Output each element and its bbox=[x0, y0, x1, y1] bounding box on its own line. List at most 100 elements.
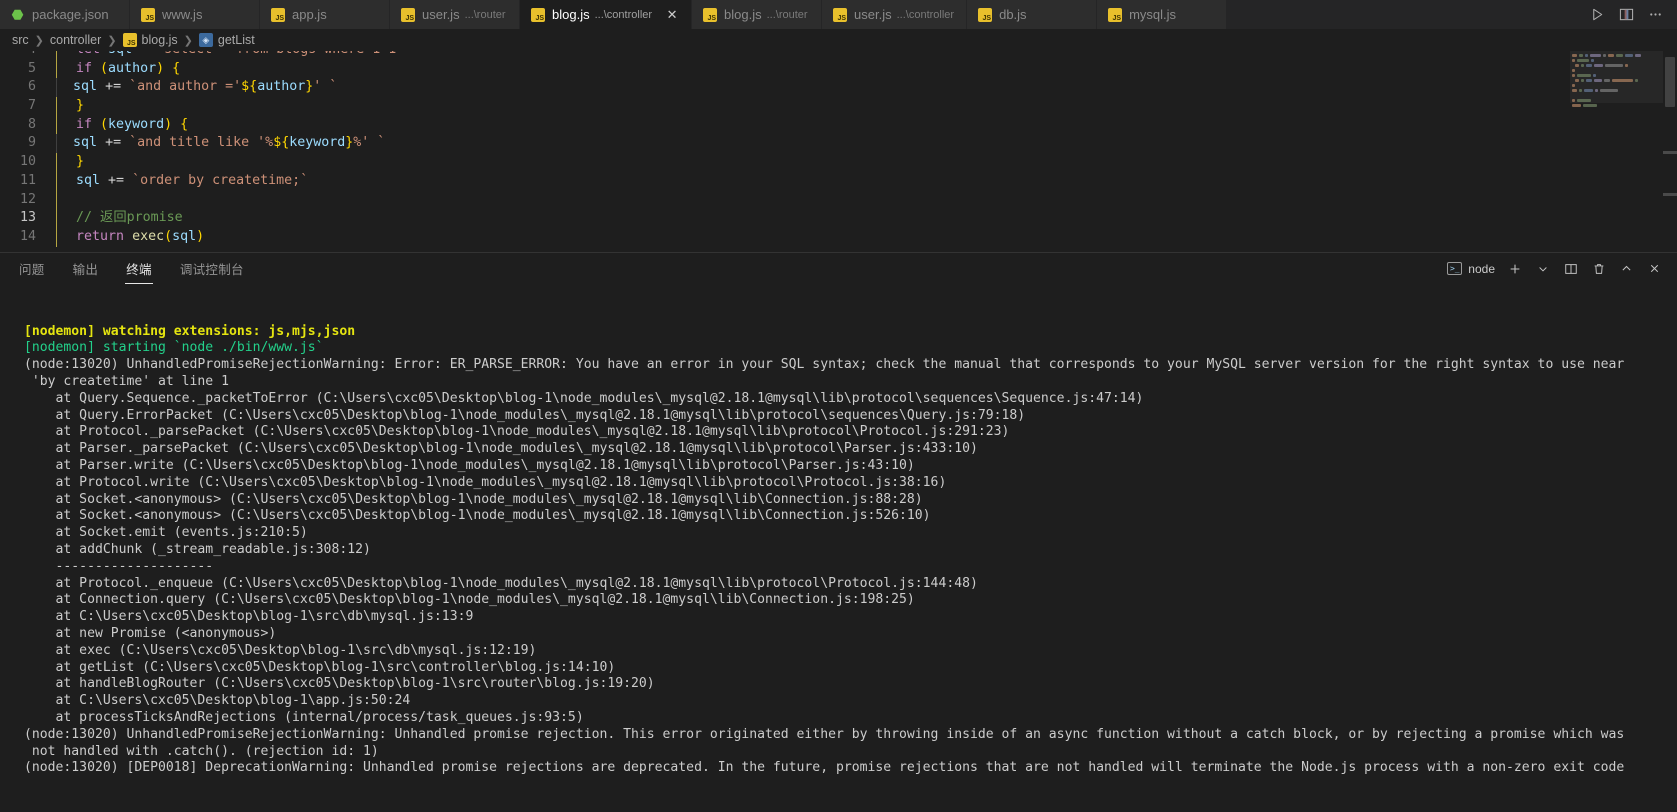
minimap-token bbox=[1625, 54, 1633, 57]
code-line[interactable]: 4 let sql = `select * from blogs where 1… bbox=[0, 51, 1677, 60]
line-number: 14 bbox=[19, 228, 36, 244]
line-number: 8 bbox=[27, 116, 36, 132]
code-line[interactable]: 5 if (author) { bbox=[0, 59, 1677, 79]
terminal-line: (node:13020) UnhandledPromiseRejectionWa… bbox=[24, 357, 1625, 373]
code-editor[interactable]: 4 let sql = `select * from blogs where 1… bbox=[0, 51, 1677, 252]
minimap-token bbox=[1585, 54, 1588, 57]
tab-description: ...\controller bbox=[896, 8, 955, 21]
terminal-line: at getList (C:\Users\cxc05\Desktop\blog-… bbox=[24, 659, 616, 675]
tab-label: blog.js bbox=[552, 7, 590, 22]
terminal-line: at C:\Users\cxc05\Desktop\blog-1\app.js:… bbox=[24, 693, 411, 709]
code-line[interactable]: 9 sql += `and title like '%${keyword}%' … bbox=[0, 134, 1677, 154]
minimap-token bbox=[1574, 64, 1580, 67]
terminal-line: at handleBlogRouter (C:\Users\cxc05\Desk… bbox=[24, 676, 655, 692]
new-terminal-button[interactable] bbox=[1506, 260, 1523, 277]
panel-tab-problems[interactable]: 问题 bbox=[18, 255, 46, 283]
terminal-name-label: node bbox=[1468, 261, 1495, 276]
split-terminal-button[interactable] bbox=[1562, 260, 1579, 277]
code-line[interactable]: 12 bbox=[0, 190, 1677, 210]
breadcrumb-item-symbol[interactable]: getList bbox=[218, 33, 255, 47]
tab-label: package.json bbox=[32, 7, 109, 22]
minimap-token bbox=[1615, 54, 1623, 57]
code-text: sql += `order by createtime;` bbox=[76, 172, 309, 188]
editor-minimap[interactable] bbox=[1570, 51, 1663, 252]
minimap-token bbox=[1572, 104, 1581, 107]
panel-tab-debug-console[interactable]: 调试控制台 bbox=[179, 255, 245, 283]
minimap-token bbox=[1572, 89, 1577, 92]
editor-tab[interactable]: JS user.js ...\controller bbox=[822, 0, 968, 29]
minimap-token bbox=[1572, 59, 1575, 62]
code-line[interactable]: 10 } bbox=[0, 153, 1677, 172]
code-text: // 返回promise bbox=[76, 210, 183, 226]
js-icon: JS bbox=[271, 7, 285, 22]
minimap-token bbox=[1581, 64, 1585, 67]
minimap-token bbox=[1594, 64, 1604, 67]
code-line[interactable]: 14 return exec(sql) bbox=[0, 227, 1677, 247]
minimap-token bbox=[1611, 79, 1633, 82]
code-line[interactable]: 7 } bbox=[0, 97, 1677, 116]
tab-label: mysql.js bbox=[1129, 7, 1177, 22]
editor-tab[interactable]: ⬣ package.json bbox=[0, 0, 130, 29]
breadcrumb-item-file[interactable]: blog.js bbox=[142, 33, 178, 47]
js-icon: JS bbox=[531, 7, 545, 22]
scrollbar-thumb[interactable] bbox=[1665, 57, 1675, 107]
tab-label: user.js bbox=[854, 7, 892, 22]
terminal-line: at Query.ErrorPacket (C:\Users\cxc05\Des… bbox=[24, 407, 1026, 423]
terminal-output[interactable]: [nodemon] watching extensions: js,mjs,js… bbox=[0, 284, 1677, 812]
editor-tab[interactable]: JS db.js bbox=[967, 0, 1098, 29]
terminal-line: at addChunk (_stream_readable.js:308:12) bbox=[24, 541, 371, 557]
terminal-scrollbar[interactable] bbox=[1663, 284, 1677, 812]
kill-terminal-button[interactable] bbox=[1590, 260, 1607, 277]
code-lines[interactable]: 4 let sql = `select * from blogs where 1… bbox=[0, 51, 1677, 252]
editor-tab-bar: ⬣ package.json JS www.js JS app.js JS user.js..… bbox=[0, 0, 1677, 29]
minimap-token bbox=[1572, 74, 1575, 77]
breadcrumb-item-controller[interactable]: controller bbox=[50, 33, 101, 47]
breadcrumb-item-src[interactable]: src bbox=[12, 33, 29, 47]
minimap-token bbox=[1578, 89, 1582, 92]
terminal-line: at C:\Users\cxc05\Desktop\blog-1\src\db\… bbox=[24, 609, 474, 625]
tab-label: user.js bbox=[422, 7, 460, 22]
minimap-token bbox=[1634, 79, 1638, 82]
minimap-line bbox=[1570, 69, 1663, 72]
close-panel-button[interactable] bbox=[1646, 260, 1663, 277]
minimap-token bbox=[1592, 74, 1596, 77]
tab-description: ...\controller bbox=[594, 8, 653, 21]
split-editor-button[interactable] bbox=[1619, 7, 1634, 22]
editor-tab[interactable]: JS blog.js ...\router bbox=[692, 0, 823, 29]
terminal-line: at exec (C:\Users\cxc05\Desktop\blog-1\s… bbox=[24, 642, 537, 658]
editor-actions-toolbar bbox=[1580, 0, 1677, 29]
minimap-token bbox=[1577, 99, 1591, 102]
terminal-line: at Connection.query (C:\Users\cxc05\Desk… bbox=[24, 592, 915, 608]
tab-label: blog.js bbox=[724, 7, 762, 22]
code-text: } bbox=[76, 154, 85, 170]
terminal-line: at processTicksAndRejections (internal/p… bbox=[24, 709, 584, 725]
maximize-panel-button[interactable] bbox=[1618, 260, 1635, 277]
code-line[interactable]: 8 if (keyword) { bbox=[0, 115, 1677, 135]
editor-tab[interactable]: JS mysql.js bbox=[1097, 0, 1228, 29]
more-actions-button[interactable] bbox=[1648, 7, 1663, 22]
code-line[interactable]: 11 sql += `order by createtime;` bbox=[0, 171, 1677, 191]
editor-tab[interactable]: JS user.js ...\router bbox=[390, 0, 520, 29]
minimap-token bbox=[1602, 54, 1606, 57]
code-text: let sql = `select * from blogs where 1=1… bbox=[57, 51, 404, 60]
panel-tab-output[interactable]: 输出 bbox=[72, 255, 100, 283]
code-line-active[interactable]: 13 // 返回promise bbox=[0, 209, 1677, 228]
editor-tab[interactable]: JS blog.js ...\controller ✕ bbox=[520, 0, 693, 29]
js-icon: JS bbox=[401, 7, 415, 22]
breadcrumb: src ❯ controller ❯ JS blog.js ❯ ◈ getLis… bbox=[0, 29, 1677, 51]
editor-tab[interactable]: JS app.js bbox=[260, 0, 390, 29]
run-file-button[interactable] bbox=[1590, 7, 1605, 22]
editor-vertical-scrollbar[interactable] bbox=[1663, 51, 1677, 252]
line-number: 4 bbox=[0, 51, 56, 60]
terminal-line: [nodemon] starting `node ./bin/www.js` bbox=[24, 340, 324, 356]
panel-tab-terminal[interactable]: 终端 bbox=[125, 255, 153, 284]
code-text: if (author) { bbox=[76, 60, 181, 76]
terminal-selector[interactable]: >_ node bbox=[1447, 262, 1495, 276]
terminal-dropdown-button[interactable] bbox=[1534, 260, 1551, 277]
minimap-token bbox=[1605, 64, 1624, 67]
editor-tab[interactable]: JS www.js bbox=[130, 0, 260, 29]
line-number: 10 bbox=[19, 154, 36, 170]
tab-close-icon[interactable]: ✕ bbox=[665, 8, 679, 21]
code-line[interactable]: 6 sql += `and author ='${author}' ` bbox=[0, 78, 1677, 98]
